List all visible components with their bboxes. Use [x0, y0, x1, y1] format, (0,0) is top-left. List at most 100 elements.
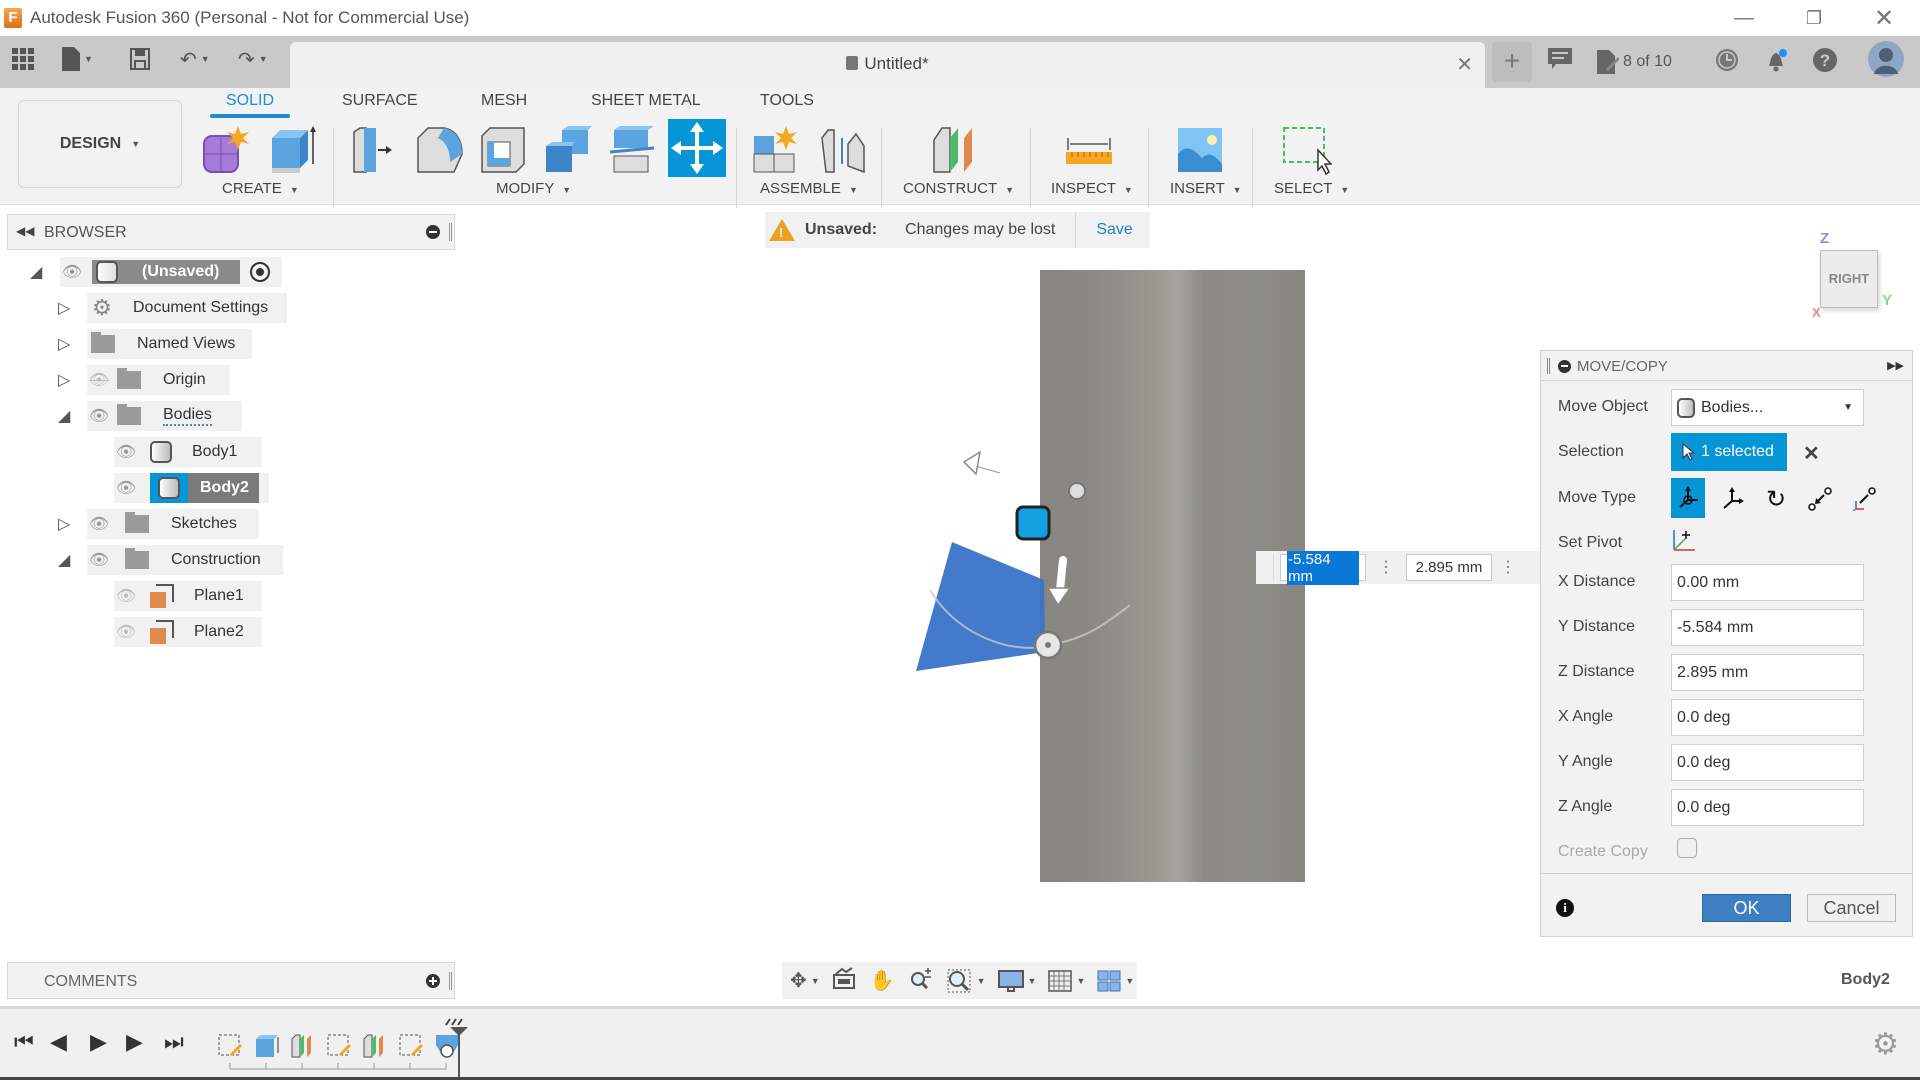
- tab-surface[interactable]: SURFACE: [342, 90, 418, 120]
- tree-item-document-settings[interactable]: ⚙ Document Settings: [87, 293, 287, 323]
- eye-hidden-icon[interactable]: 👁: [87, 370, 111, 390]
- timeline-sketch-2[interactable]: [326, 1033, 352, 1059]
- eye-icon[interactable]: 👁: [60, 262, 84, 282]
- move-type-translate[interactable]: [1715, 482, 1749, 516]
- collapse-arrow-icon[interactable]: ◢: [58, 550, 70, 570]
- tab-solid[interactable]: SOLID: [209, 90, 291, 120]
- file-menu-button[interactable]: ▼: [62, 44, 93, 74]
- info-icon[interactable]: i: [1556, 899, 1574, 917]
- viewports-button[interactable]: ▼: [1097, 970, 1134, 992]
- z-distance-input[interactable]: 2.895 mm: [1671, 654, 1864, 691]
- help-button[interactable]: ?: [1813, 48, 1837, 78]
- clear-selection-icon[interactable]: ✕: [1803, 441, 1820, 466]
- eye-icon[interactable]: 👁: [87, 514, 111, 534]
- collapse-arrow-icon[interactable]: ◢: [58, 406, 70, 426]
- tree-item-origin[interactable]: 👁 Origin: [87, 365, 230, 395]
- timeline-settings-button[interactable]: ⚙: [1872, 1027, 1899, 1062]
- modify-menu[interactable]: MODIFY ▼: [496, 180, 571, 197]
- body2-plane-face[interactable]: [916, 542, 1045, 671]
- close-tab-button[interactable]: ✕: [1456, 52, 1473, 77]
- minimize-button[interactable]: —: [1716, 0, 1772, 36]
- eye-icon[interactable]: 👁: [114, 478, 138, 498]
- workspace-switcher[interactable]: DESIGN ▼: [18, 100, 182, 188]
- timeline-plane-2[interactable]: [362, 1033, 388, 1059]
- tab-sheet-metal[interactable]: SHEET METAL: [591, 90, 701, 120]
- combine-button[interactable]: [542, 124, 594, 176]
- assemble-menu[interactable]: ASSEMBLE ▼: [760, 180, 858, 197]
- eye-icon[interactable]: 👁: [114, 442, 138, 462]
- add-comment-icon[interactable]: [426, 974, 440, 988]
- move-type-free-move[interactable]: [1671, 478, 1705, 518]
- eye-hidden-icon[interactable]: 👁: [114, 622, 138, 642]
- fit-button[interactable]: ▼: [947, 969, 986, 993]
- tree-item-bodies[interactable]: 👁 Bodies: [87, 401, 242, 431]
- minimize-panel-icon[interactable]: [426, 225, 440, 239]
- measure-button[interactable]: [1064, 124, 1116, 176]
- arrow-left-icon[interactable]: [962, 450, 1004, 477]
- go-to-start-button[interactable]: ⏮: [14, 1029, 34, 1055]
- timeline-extrude[interactable]: [254, 1033, 280, 1059]
- ok-button[interactable]: OK: [1702, 894, 1791, 922]
- x-distance-input[interactable]: 0.00 mm: [1671, 564, 1864, 601]
- restore-button[interactable]: ❐: [1786, 0, 1842, 36]
- pan-button[interactable]: ✋: [870, 968, 895, 993]
- zoom-button[interactable]: [909, 967, 933, 995]
- redo-button[interactable]: ↷ ▼: [238, 44, 268, 74]
- avatar[interactable]: [1868, 41, 1904, 83]
- free-move-handle[interactable]: [1015, 505, 1051, 541]
- shell-button[interactable]: [478, 124, 530, 176]
- tree-item-construction[interactable]: 👁 Construction: [87, 545, 283, 575]
- go-to-end-button[interactable]: ⏭: [164, 1029, 184, 1055]
- select-menu[interactable]: SELECT ▼: [1274, 180, 1349, 197]
- display-settings-button[interactable]: ▼: [997, 969, 1036, 992]
- orbit-button[interactable]: ✥ ▼: [790, 968, 820, 993]
- tree-item-named-views[interactable]: Named Views: [87, 329, 252, 359]
- new-component-button[interactable]: [200, 124, 252, 176]
- timeline-sketch-3[interactable]: [398, 1033, 424, 1059]
- history-button[interactable]: [1715, 48, 1739, 78]
- tree-item-body2[interactable]: 👁 Body2: [114, 473, 269, 503]
- assemble-new-component-button[interactable]: [752, 124, 804, 176]
- collapse-browser-icon[interactable]: ◀◀: [16, 224, 34, 238]
- timeline-marker[interactable]: [444, 1017, 470, 1081]
- expand-arrow-icon[interactable]: ▷: [58, 298, 70, 318]
- collapse-dialog-icon[interactable]: [1558, 360, 1571, 373]
- inline-z-distance-input[interactable]: 2.895 mm: [1406, 554, 1492, 581]
- set-pivot-button[interactable]: [1671, 527, 1701, 557]
- step-back-button[interactable]: ◀: [50, 1029, 67, 1055]
- more-options-icon[interactable]: ⋮: [1376, 559, 1396, 575]
- inline-y-distance-input[interactable]: -5.584 mm: [1280, 550, 1366, 585]
- data-panel-button[interactable]: [12, 44, 34, 74]
- viewcube[interactable]: RIGHT: [1820, 250, 1878, 308]
- tree-item-plane2[interactable]: 👁 Plane2: [114, 617, 262, 647]
- offset-plane-button[interactable]: [930, 124, 982, 176]
- job-status-button[interactable]: 8 of 10: [1597, 50, 1672, 74]
- timeline-sketch-1[interactable]: [217, 1033, 243, 1059]
- arrow-down-icon[interactable]: [1046, 556, 1072, 607]
- y-angle-input[interactable]: 0.0 deg: [1671, 744, 1864, 781]
- expand-arrow-icon[interactable]: ▷: [58, 334, 70, 354]
- create-copy-checkbox[interactable]: [1677, 838, 1697, 858]
- move-type-point-to-point[interactable]: [1803, 482, 1837, 516]
- new-tab-button[interactable]: +: [1492, 42, 1532, 82]
- tree-item-body1[interactable]: 👁 Body1: [114, 437, 262, 467]
- panel-drag-handle[interactable]: [449, 223, 452, 241]
- move-copy-button[interactable]: [668, 119, 726, 177]
- fillet-button[interactable]: [414, 124, 466, 176]
- notifications-button[interactable]: [1765, 48, 1789, 78]
- play-button[interactable]: ▶: [90, 1029, 107, 1055]
- step-forward-button[interactable]: ▶: [126, 1029, 143, 1055]
- move-object-dropdown[interactable]: Bodies... ▼: [1671, 389, 1864, 426]
- create-menu[interactable]: CREATE ▼: [222, 180, 299, 197]
- cancel-button[interactable]: Cancel: [1807, 894, 1896, 922]
- close-window-button[interactable]: ✕: [1856, 0, 1912, 36]
- browser-root-node[interactable]: 👁 (Unsaved): [60, 257, 282, 287]
- y-distance-input[interactable]: -5.584 mm: [1671, 609, 1864, 646]
- selection-button[interactable]: 1 selected: [1671, 433, 1787, 471]
- eye-hidden-icon[interactable]: 👁: [114, 586, 138, 606]
- tab-mesh[interactable]: MESH: [481, 90, 527, 120]
- inspect-menu[interactable]: INSPECT ▼: [1051, 180, 1133, 197]
- dialog-drag-handle[interactable]: [1547, 358, 1550, 374]
- move-type-point-to-position[interactable]: [1847, 482, 1881, 516]
- tree-item-sketches[interactable]: 👁 Sketches: [87, 509, 259, 539]
